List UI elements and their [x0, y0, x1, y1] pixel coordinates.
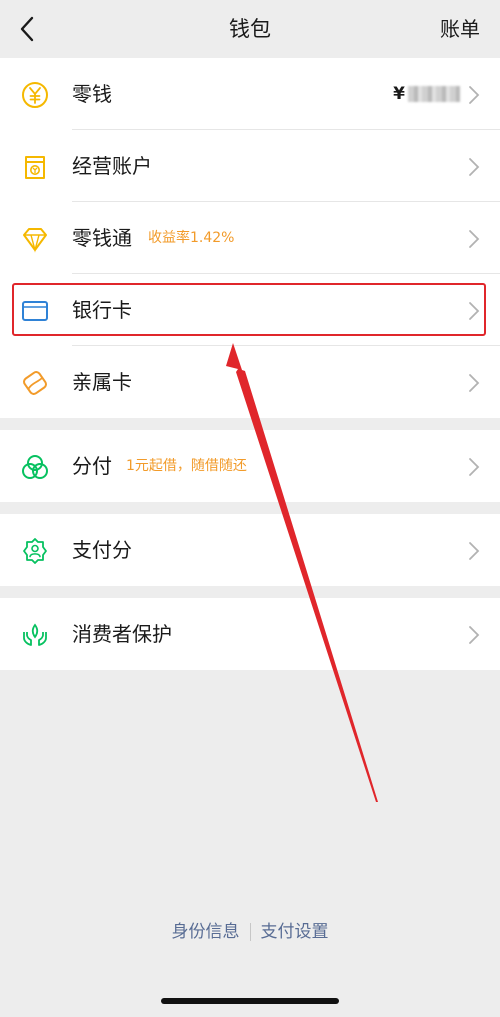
installment-tag: 1元起借，随借随还 — [126, 458, 247, 474]
consumer-protection-group: 消费者保护 — [0, 598, 500, 670]
pay-score-icon — [23, 538, 47, 564]
change-label: 零钱 — [72, 82, 112, 106]
pay-score-label: 支付分 — [72, 538, 132, 562]
family-card-row[interactable]: 亲属卡 — [0, 346, 500, 418]
installment-row[interactable]: 分付 1元起借，随借随还 — [0, 430, 500, 502]
payment-settings-link[interactable]: 支付设置 — [251, 919, 339, 945]
installment-label: 分付 — [72, 454, 112, 478]
chevron-right-icon — [469, 542, 480, 560]
diamond-icon — [23, 228, 47, 253]
consumer-protection-row[interactable]: 消费者保护 — [0, 598, 500, 670]
chevron-right-icon — [469, 458, 480, 476]
chevron-right-icon — [469, 158, 480, 176]
footer-links: 身份信息 支付设置 — [0, 919, 500, 945]
consumer-protection-icon — [23, 623, 47, 646]
lingqiantong-row[interactable]: 零钱通 收益率1.42% — [0, 202, 500, 274]
chevron-right-icon — [469, 374, 480, 392]
family-card-icon — [23, 371, 47, 395]
blurred-amount — [408, 86, 460, 102]
wallet-main-group: 零钱 ¥ 经营账户 零钱通 收益率1.42% 银行卡 亲属卡 — [0, 58, 500, 418]
business-account-row[interactable]: 经营账户 — [0, 130, 500, 202]
pay-score-row[interactable]: 支付分 — [0, 514, 500, 586]
bill-button[interactable]: 账单 — [440, 14, 480, 44]
chevron-right-icon — [469, 230, 480, 248]
home-indicator — [161, 998, 339, 1004]
installment-icon — [22, 455, 48, 479]
pay-score-group: 支付分 — [0, 514, 500, 586]
consumer-protection-label: 消费者保护 — [72, 622, 172, 646]
shop-account-icon — [25, 156, 45, 179]
chevron-right-icon — [469, 86, 480, 104]
yuan-coin-icon — [22, 82, 48, 108]
chevron-right-icon — [469, 626, 480, 644]
currency-symbol: ¥ — [393, 84, 405, 104]
page-title: 钱包 — [229, 17, 271, 41]
identity-info-link[interactable]: 身份信息 — [162, 919, 250, 945]
family-card-label: 亲属卡 — [72, 370, 132, 394]
change-row[interactable]: 零钱 ¥ — [0, 58, 500, 130]
annotation-highlight-box — [12, 283, 486, 336]
balance-value: ¥ — [393, 58, 460, 130]
yield-rate-tag: 收益率1.42% — [148, 230, 235, 246]
nav-bar: 钱包 账单 — [0, 0, 500, 58]
lingqiantong-label: 零钱通 — [72, 226, 132, 250]
business-account-label: 经营账户 — [72, 154, 152, 178]
installment-group: 分付 1元起借，随借随还 — [0, 430, 500, 502]
